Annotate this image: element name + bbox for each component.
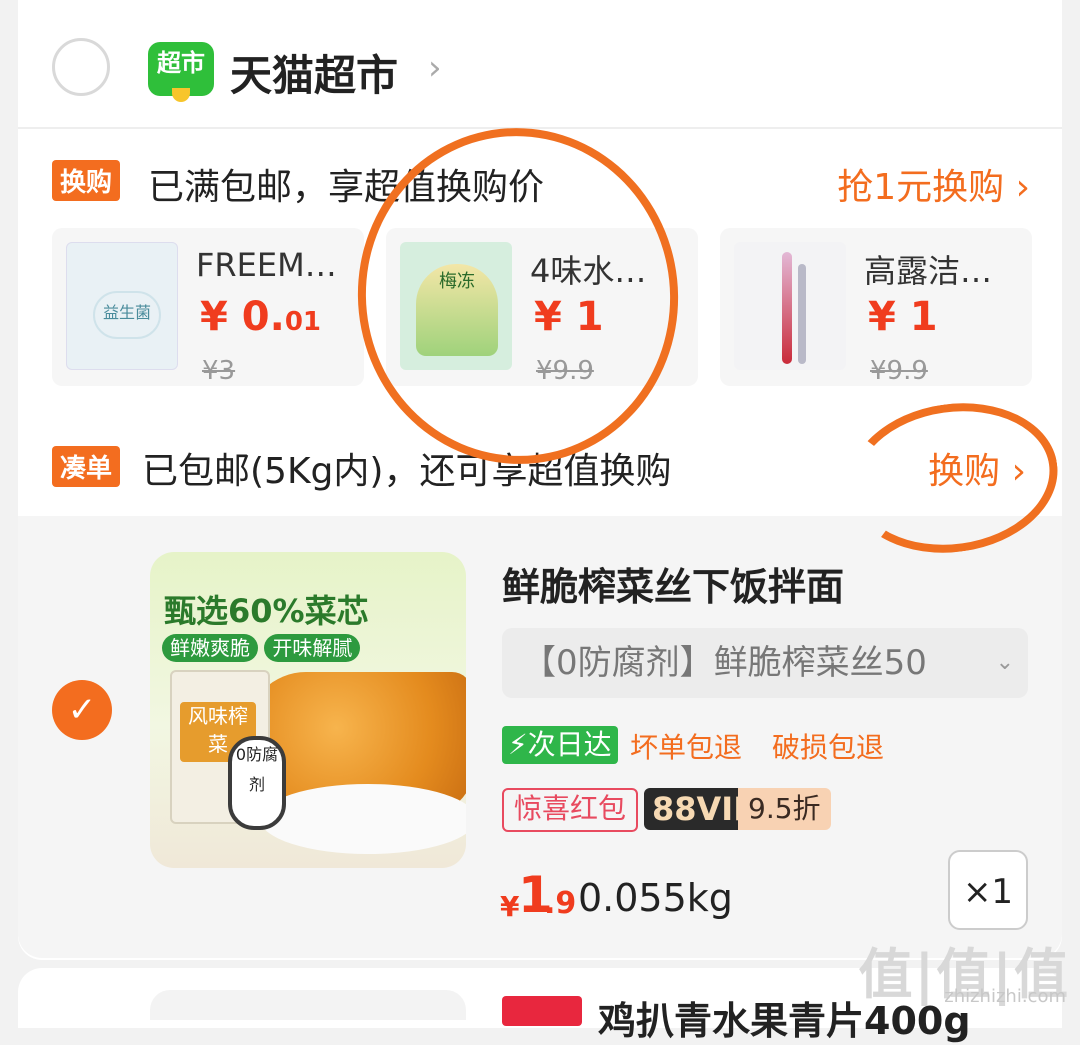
bundle-tag: 凑单 [52, 446, 121, 487]
item-checked-checkbox[interactable]: ✓ [52, 680, 112, 740]
logo-text: 超市 [157, 49, 205, 77]
price-symbol: ¥ [200, 294, 228, 340]
exchange-item-name: 高露洁… [864, 252, 993, 290]
exchange-tag: 换购 [52, 160, 121, 201]
price-minor: 01 [284, 307, 321, 337]
divider [18, 127, 1062, 129]
store-select-checkbox[interactable] [52, 38, 110, 96]
item-spec-selector[interactable]: 【0防腐剂】鲜脆榨菜丝50 ⌄ [502, 628, 1028, 698]
image-sub2: 开味解腻 [264, 634, 361, 662]
price-minor: .9 [544, 886, 577, 921]
image-sub1: 鲜嫩爽脆 [162, 634, 258, 662]
exchange-item-old-price: ¥3 [202, 356, 236, 386]
image-headline: 甄选60%菜芯 [164, 592, 369, 630]
exchange-item-old-price: ¥9.9 [870, 356, 928, 386]
item-spec-text: 【0防腐剂】鲜脆榨菜丝50 [522, 643, 927, 683]
no-preservative-badge: 0防腐剂 [228, 736, 286, 830]
price-main: 1 [909, 294, 938, 340]
store-name[interactable]: 天猫超市 [230, 42, 398, 103]
probiotic-product-image: 益生菌 [66, 242, 178, 370]
next-day-delivery-badge: ⚡次日达 [502, 726, 618, 764]
next-item-image[interactable] [150, 990, 466, 1020]
price-symbol: ¥ [500, 890, 520, 923]
chevron-down-icon: ⌄ [995, 650, 1014, 675]
surprise-redpack-badge: 惊喜红包 [502, 788, 639, 832]
watermark-url: zhizhizhi.com [944, 986, 1066, 1007]
next-item-tag [502, 996, 582, 1026]
tmall-supermarket-logo-icon: 超市 [148, 42, 214, 102]
exchange-item-name: FREEM… [196, 246, 337, 284]
exchange-item-1[interactable]: 益生菌 FREEM… ¥ 0.01 ¥3 [52, 228, 364, 386]
quantity-stepper[interactable]: ×1 [948, 850, 1028, 930]
bundle-text: 已包邮(5Kg内)，还可享超值换购 [142, 451, 672, 492]
image-subtitle: 鲜嫩爽脆 开味解腻 [162, 632, 361, 662]
toothbrush-product-image [734, 242, 846, 370]
thumb-label: 益生菌 [93, 291, 161, 339]
exchange-item-3[interactable]: 高露洁… ¥ 1 ¥9.9 [720, 228, 1032, 386]
exchange-link[interactable]: 抢1元换购 › [837, 158, 1030, 210]
exchange-item-price: ¥ 0.01 [200, 294, 321, 340]
toothbrush-icon [782, 252, 792, 364]
pickle-product-image[interactable]: 甄选60%菜芯 鲜嫩爽脆 开味解腻 风味榨菜 0防腐剂 [150, 552, 466, 868]
vip-discount-badge: 9.5折 [738, 788, 831, 830]
broken-refund-label: 破损包退 [772, 731, 885, 764]
price-main: 0. [241, 294, 285, 340]
item-weight: 0.055kg [578, 876, 733, 920]
chevron-right-icon[interactable]: › [428, 48, 442, 88]
toothbrush-icon [798, 264, 806, 364]
item-title[interactable]: 鲜脆榨菜丝下饭拌面 [502, 556, 844, 611]
plate-graphic [260, 784, 466, 854]
price-symbol: ¥ [868, 294, 896, 340]
bad-item-refund-label: 坏单包退 [630, 731, 743, 764]
exchange-item-price: ¥ 1 [868, 294, 938, 340]
